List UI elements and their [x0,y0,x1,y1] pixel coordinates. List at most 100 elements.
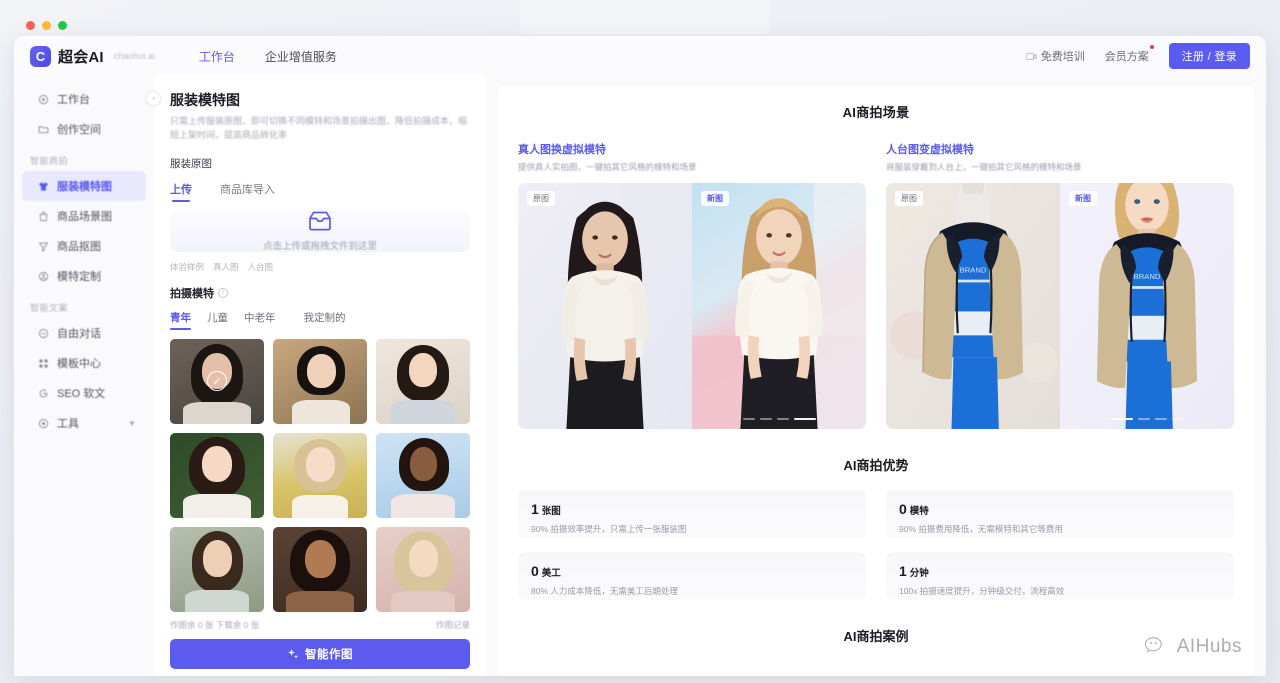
scene-heading: 人台图变虚拟模特 [886,144,974,156]
maximize-window-button[interactable] [58,21,67,30]
before-badge: 原图 [895,191,923,206]
file-dropzone[interactable]: 点击上传或拖拽文件到这里 [170,209,470,252]
dropzone-hint: 点击上传或拖拽文件到这里 [262,240,377,252]
upload-source-tabs: 上传 商品库导入 [170,181,470,202]
blonde-model-trench-illustration: BRAND [1060,183,1234,429]
background-window [520,0,770,34]
membership-plan-link[interactable]: 会员方案 [1105,45,1154,64]
panel-footer: 作图余 0 张 下载余 0 张 作图记录 智能作图 [170,612,470,676]
sidebar-item-free-chat[interactable]: 自由对话 [22,318,146,348]
advantage-card: 1 分钟 100x 拍摄速度提升，分钟级交付，流程高效 [886,552,1234,600]
carousel-indicator[interactable] [692,418,866,420]
before-after-pair[interactable]: 原图 [518,183,866,429]
window-traffic-lights[interactable] [26,21,67,30]
model-thumbnail[interactable] [376,432,470,518]
info-icon[interactable]: i [218,287,228,298]
model-thumbnail[interactable] [273,432,367,518]
quota-row: 作图余 0 张 下载余 0 张 作图记录 [170,612,470,639]
model-category-tabs: 青年 儿童 中老年 我定制的 [170,310,470,330]
advantage-section-title: AI商拍优势 [843,458,909,473]
sample-real-person[interactable]: 真人图 [213,261,239,273]
tab-upload[interactable]: 上传 [170,181,192,202]
model-thumbnail[interactable] [376,338,470,424]
register-login-button[interactable]: 注册 / 登录 [1168,43,1250,69]
person-icon [38,271,49,281]
free-training-label: 免费培训 [1040,51,1085,63]
sidebar-item-product-cutout[interactable]: 商品抠图 [22,231,146,261]
advantage-number: 0 [899,501,907,517]
watermark-text: AIHubs [1176,636,1242,657]
carousel-dot-active[interactable] [793,418,816,420]
sidebar-label-clothing-model: 服装模特图 [57,181,112,193]
carousel-dot[interactable] [776,418,789,420]
scene-card-mannequin: 人台图变虚拟模特 将服装穿戴到人台上，一键拍其它风格的模特和场景 原图 BRAN… [886,141,1234,429]
advantage-unit: 美工 [541,568,561,579]
after-badge: 新图 [1069,191,1097,206]
close-window-button[interactable] [26,21,35,30]
tab-workbench[interactable]: 工作台 [199,48,235,65]
sparkle-icon [288,649,298,659]
model-thumbnail[interactable] [170,432,264,518]
advantage-number: 1 [531,501,539,517]
sidebar-label-workbench: 工作台 [57,94,90,106]
sidebar-label-seo-copy: SEO 软文 [57,388,106,400]
chevron-down-icon: ▼ [128,418,136,428]
grid-icon [39,358,48,368]
sidebar-label-free-chat: 自由对话 [57,328,101,340]
app-logo-icon: C [30,45,51,67]
sidebar-item-product-scene[interactable]: 商品场景图 [22,201,146,231]
carousel-dot-active[interactable] [1110,418,1133,420]
sidebar-item-creation-space[interactable]: 创作空间 [22,114,146,144]
generate-button-label: 智能作图 [305,648,353,661]
sidebar-item-tools[interactable]: 工具 ▼ [22,408,146,438]
model-thumbnail[interactable] [376,526,470,612]
model-thumbnail[interactable] [273,338,367,424]
panel-description: 只需上传服装原图，即可切换不同模特和场景拍摄出图，降低拍摄成本，缩短上架时间，提… [170,116,468,140]
carousel-dot[interactable] [759,418,772,420]
sidebar-item-clothing-model[interactable]: 服装模特图 [22,171,146,201]
before-badge: 原图 [527,191,555,206]
tab-children[interactable]: 儿童 [207,310,228,330]
sidebar-item-seo-copy[interactable]: SEO 软文 [22,378,146,408]
sidebar-collapse-toggle[interactable]: ‹ [146,91,161,106]
model-thumbnail[interactable]: ✓ [170,338,264,424]
advantage-cards-grid: 1 张图 90% 拍摄效率提升，只需上传一张服装图 0 模特 90% 拍摄费用降低，… [518,490,1234,600]
tab-enterprise-services[interactable]: 企业增值服务 [265,48,337,65]
video-icon [1025,52,1037,60]
mannequin-trench-illustration: BRAND [886,183,1060,429]
carousel-dot[interactable] [1171,418,1184,420]
model-thumbnail[interactable] [170,526,264,612]
carousel-dot[interactable] [1154,418,1167,420]
selected-check-icon: ✓ [207,371,227,392]
carousel-indicator[interactable] [1060,418,1234,420]
scene-cards-row: 真人图换虚拟模特 提供真人实拍图，一键拍其它风格的模特和场景 原图 新图 人台图… [518,141,1234,429]
case-section-title: AI商拍案例 [843,629,909,644]
brand-logo-group[interactable]: C 超会AI chaohui.ai [30,45,155,67]
generate-button[interactable]: 智能作图 [170,638,470,669]
blonde-woman-pink-scene-illustration [692,183,866,429]
chat-icon [38,328,49,338]
carousel-dot[interactable] [1137,418,1150,420]
carousel-dot[interactable] [742,418,755,420]
sidebar-label-model-customization: 模特定制 [57,271,101,283]
brand-url: chaohui.ai [113,51,155,61]
sample-mannequin[interactable]: 人台图 [248,261,274,273]
cut-icon [38,242,49,251]
tab-product-library-import[interactable]: 商品库导入 [220,181,275,202]
tab-middle-aged[interactable]: 中老年 [244,310,276,330]
sidebar-item-template-center[interactable]: 模板中心 [22,348,146,378]
advantage-number: 0 [531,563,539,579]
tab-my-custom[interactable]: 我定制的 [304,310,346,330]
sidebar-item-model-customization[interactable]: 模特定制 [22,261,146,291]
model-thumbnail[interactable] [273,526,367,612]
clothing-model-panel: 服装模特图 只需上传服装原图，即可切换不同模特和场景拍摄出图，降低拍摄成本，缩短… [154,76,486,676]
tab-youth[interactable]: 青年 [170,310,191,330]
sample-shortcuts: 体验样例 真人图 人台图 [170,261,470,273]
quota-text: 作图余 0 张 下载余 0 张 [170,619,260,630]
before-after-pair[interactable]: 原图 [886,183,1234,429]
sidebar-item-workbench[interactable]: 工作台 [22,84,146,114]
after-image: 新图 [692,183,866,429]
free-training-link[interactable]: 免费培训 [1025,48,1085,64]
generation-history-link[interactable]: 作图记录 [436,619,470,631]
minimize-window-button[interactable] [42,21,51,30]
